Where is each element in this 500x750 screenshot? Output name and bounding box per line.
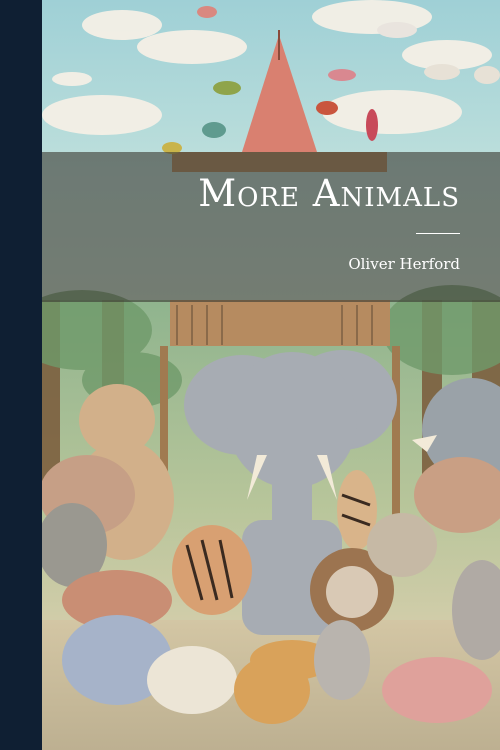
title-divider: [416, 233, 460, 234]
tiger: [367, 513, 437, 577]
animal-illustration: [42, 6, 500, 724]
sheep: [147, 646, 237, 714]
book-cover: More Animals Oliver Herford: [42, 0, 500, 750]
book-author: Oliver Herford: [348, 255, 460, 273]
book-spine: [0, 0, 42, 750]
donkey: [314, 620, 370, 700]
pig: [382, 657, 492, 723]
grey-animal-right: [452, 560, 500, 660]
book-title: More Animals: [198, 172, 460, 215]
birds: [162, 6, 500, 154]
